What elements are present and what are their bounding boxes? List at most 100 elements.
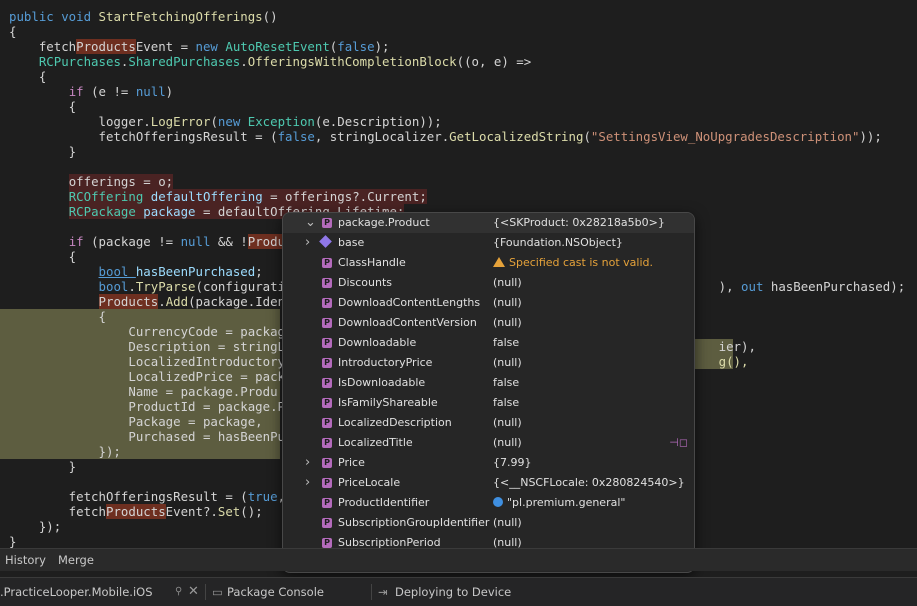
package-console-icon: ▭ [212, 585, 223, 599]
code-line-tail: ), out hasBeenPurchased); [719, 279, 906, 294]
code-token: } [9, 534, 17, 548]
datatip-row[interactable]: P ClassHandle Specified cast is not valid. [283, 253, 694, 273]
code-token: RCPackage [68, 204, 136, 219]
pin-icon[interactable]: ⚲ [175, 578, 182, 606]
code-line: RCPurchases.SharedPurchases.OfferingsWit… [9, 54, 531, 69]
code-token: Description = stringLo [9, 339, 293, 354]
code-token: void [61, 9, 99, 24]
datatip-value-text: {7.99} [493, 456, 532, 469]
datatip-row[interactable]: ⌄ Ppackage.Product {<SKProduct: 0x28218a5b… [283, 213, 694, 233]
datatip-row[interactable]: › P Price {7.99} [283, 453, 694, 473]
code-token: CurrencyCode = package [9, 324, 293, 339]
chevron-right-icon[interactable]: › [305, 453, 310, 473]
pin-icon[interactable]: ⊣◻ [669, 433, 688, 453]
datatip-row[interactable]: P DownloadContentVersion (null) [283, 313, 694, 333]
code-token: offerings = o; [68, 174, 174, 189]
datatip-row[interactable]: P DownloadContentLengths (null) [283, 293, 694, 313]
datatip-name: DownloadContentLengths [338, 296, 481, 309]
code-token: "SettingsView_NoUpgradesDescription" [590, 129, 860, 144]
datatip-row[interactable]: P Discounts (null) [283, 273, 694, 293]
datatip-row[interactable]: P IntroductoryPrice (null) [283, 353, 694, 373]
pad-deploying[interactable]: Deploying to Device [395, 578, 511, 606]
datatip-value: (null) [493, 273, 522, 293]
code-token: Event?. [165, 504, 218, 519]
code-token: ProductId = package.Pr [9, 399, 293, 414]
datatip-row[interactable]: P ProductIdentifier "pl.premium.general" [283, 493, 694, 513]
code-token: && ! [210, 234, 248, 249]
code-line: Products.Add(package.Ident [9, 294, 293, 309]
chevron-down-icon[interactable]: ⌄ [305, 213, 316, 233]
code-token: () [262, 9, 278, 24]
pad-package-console[interactable]: Package Console [227, 578, 324, 606]
property-icon: P [322, 458, 332, 468]
code-line: fetchOfferingsResult = (true, [9, 489, 285, 504]
chevron-right-icon[interactable]: › [305, 473, 310, 493]
property-icon: P [322, 378, 332, 388]
datatip-row[interactable]: › P PriceLocale {<__NSCFLocale: 0x280824540… [283, 473, 694, 493]
code-token: LocalizedIntroductoryP [9, 354, 293, 369]
code-token: } [9, 144, 77, 159]
code-token: { [9, 249, 77, 264]
chevron-right-icon[interactable]: › [305, 233, 310, 253]
code-token: ) [165, 84, 174, 99]
code-token: out [741, 279, 771, 294]
deploy-icon: ⇥ [378, 585, 388, 599]
datatip-value-text: (null) [493, 316, 522, 329]
code-token: StartFetchingOfferings [98, 9, 263, 24]
code-token: Package = package, [9, 414, 263, 429]
pad-ios-project[interactable]: .PracticeLooper.Mobile.iOS [0, 578, 153, 606]
code-token: , stringLocalizer. [314, 129, 450, 144]
code-line: { [9, 69, 46, 84]
datatip-value-text: Specified cast is not valid. [509, 256, 653, 269]
datatip-name: IsDownloadable [338, 376, 426, 389]
pad-separator [205, 584, 206, 600]
datatip-row[interactable]: P SubscriptionGroupIdentifier (null) [283, 513, 694, 533]
property-icon: P [322, 478, 332, 488]
code-line: offerings = o; [9, 174, 174, 189]
datatip-row[interactable]: P Downloadable false [283, 333, 694, 353]
datatip-value: (null) [493, 433, 522, 453]
datatip-value-text: (null) [493, 296, 522, 309]
code-line: LocalizedIntroductoryP [9, 354, 292, 369]
code-token: (configuratio [195, 279, 293, 294]
datatip-value: {<__NSCFLocale: 0x280824540>} [493, 473, 685, 493]
datatip-value-text: (null) [493, 416, 522, 429]
datatip-value: false [493, 373, 519, 393]
datatip-name: Downloadable [338, 336, 417, 349]
code-line-tail: g(), [719, 354, 749, 369]
code-token: ((o, e) => [456, 54, 532, 69]
code-token: defaultOffering [150, 189, 263, 204]
tab-history[interactable]: History [5, 553, 46, 567]
datatip-value: "pl.premium.general" [493, 493, 625, 513]
debugger-datatip[interactable]: ⌄ Ppackage.Product {<SKProduct: 0x28218a5b… [282, 212, 695, 573]
code-token: . [240, 54, 248, 69]
code-token: )); [859, 129, 882, 144]
code-token: (e.Description)); [314, 114, 442, 129]
code-line: bool hasBeenPurchased; [9, 264, 263, 279]
code-token: fetch [9, 39, 77, 54]
code-line: if (package != null && !Products [9, 234, 308, 249]
code-token: Products [76, 39, 136, 54]
tab-merge[interactable]: Merge [58, 553, 94, 567]
code-token: RCOffering [68, 189, 144, 204]
code-token: package [143, 204, 196, 219]
datatip-row[interactable]: P IsDownloadable false [283, 373, 694, 393]
code-token: fetch [9, 504, 106, 519]
code-token: { [9, 99, 77, 114]
datatip-name: Discounts [338, 276, 393, 289]
datatip-row[interactable]: P LocalizedTitle (null) ⊣◻ [283, 433, 694, 453]
code-token: Purchased = hasBeenPur [9, 429, 293, 444]
datatip-value: false [493, 393, 519, 413]
code-line: logger.LogError(new Exception(e.Descript… [9, 114, 442, 129]
datatip-row[interactable]: › base {Foundation.NSObject} [283, 233, 694, 253]
datatip-value-text: (null) [493, 516, 522, 529]
code-token: false [337, 39, 375, 54]
close-icon[interactable]: ✕ [188, 578, 199, 606]
datatip-row[interactable]: P LocalizedDescription (null) [283, 413, 694, 433]
code-token: . [128, 279, 136, 294]
property-icon: P [322, 338, 332, 348]
datatip-row[interactable]: P IsFamilyShareable false [283, 393, 694, 413]
code-line: }); [9, 519, 61, 534]
